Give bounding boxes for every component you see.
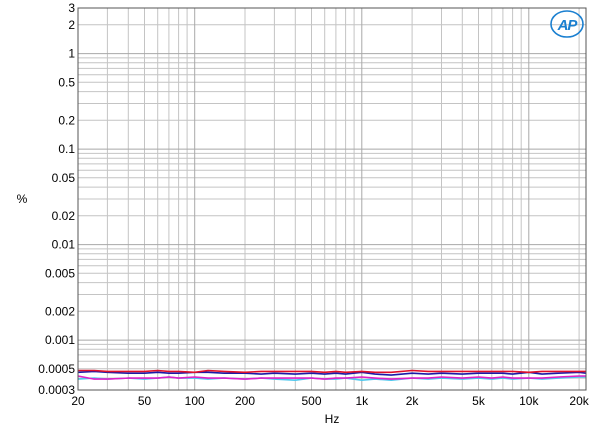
x-tick-label: 500 (301, 394, 321, 408)
x-tick-label: 20k (569, 394, 589, 408)
x-tick-label: 200 (235, 394, 255, 408)
y-tick-label: 0.2 (58, 113, 75, 127)
y-tick-label: 0.005 (45, 266, 75, 280)
y-tick-labels: 3 2 1 0.5 0.2 0.1 0.05 0.02 0.01 0.005 0.002 0.001 0… (38, 1, 75, 397)
ap-logo-text: AP (557, 17, 579, 34)
thd-chart: 3 2 1 0.5 0.2 0.1 0.05 0.02 0.01 0.005 0.002 0.001 0… (17, 1, 590, 426)
y-tick-label: 0.001 (45, 333, 75, 347)
x-tick-label: 100 (185, 394, 205, 408)
x-tick-label: 2k (406, 394, 420, 408)
y-tick-label: 0.5 (58, 75, 75, 89)
x-axis-label: Hz (325, 412, 340, 426)
y-axis-label: % (17, 192, 28, 206)
y-tick-label: 0.01 (52, 238, 76, 252)
y-tick-label: 3 (68, 1, 75, 15)
y-tick-label: 0.002 (45, 304, 75, 318)
y-tick-label: 0.0003 (38, 383, 75, 397)
x-tick-label: 5k (472, 394, 486, 408)
y-tick-label: 0.02 (52, 209, 76, 223)
x-tick-label: 1k (355, 394, 369, 408)
x-tick-labels: 20 50 100 200 500 1k 2k 5k 10k 20k (71, 394, 589, 408)
y-tick-label: 0.1 (58, 142, 75, 156)
x-tick-label: 10k (519, 394, 539, 408)
y-tick-label: 0.05 (52, 171, 76, 185)
x-tick-label: 20 (71, 394, 85, 408)
y-tick-label: 0.0005 (38, 362, 75, 376)
y-tick-label: 2 (68, 18, 75, 32)
y-tick-label: 1 (68, 47, 75, 61)
x-tick-label: 50 (138, 394, 152, 408)
